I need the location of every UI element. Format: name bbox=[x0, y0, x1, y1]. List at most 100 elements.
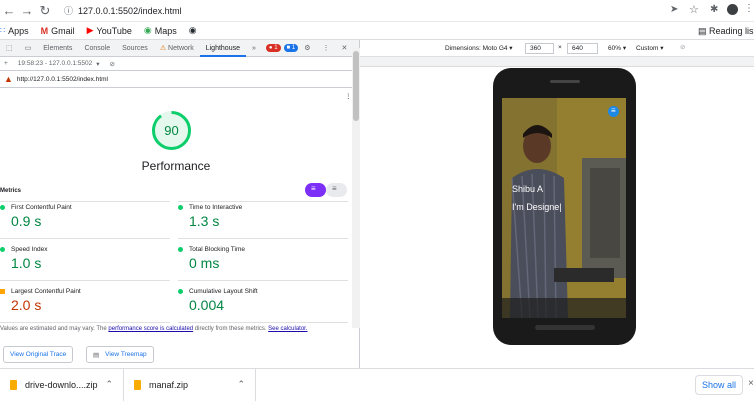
device-name: Dimensions: Moto G4 bbox=[445, 45, 508, 52]
hamburger-icon: ≡ bbox=[611, 106, 616, 115]
reading-list[interactable]: ▤ Reading lis bbox=[698, 26, 754, 37]
width-input[interactable]: 360 bbox=[525, 43, 554, 54]
maps-icon: ◉ bbox=[143, 25, 152, 35]
divider bbox=[178, 238, 348, 239]
metric-value: 0 ms bbox=[189, 255, 220, 271]
url-text: 127.0.0.1:5502/index.html bbox=[78, 6, 182, 16]
metric-fcp: First Contentful Paint 0.9 s bbox=[0, 204, 170, 229]
send-icon[interactable]: ➤ bbox=[670, 4, 678, 15]
download-bar: drive-downlo....zip ⌃ manaf.zip ⌃ Show all… bbox=[0, 368, 754, 401]
download-item[interactable]: drive-downlo....zip ⌃ bbox=[0, 368, 124, 401]
github-icon: ◉ bbox=[188, 25, 197, 35]
download-item[interactable]: manaf.zip ⌃ bbox=[124, 368, 256, 401]
avatar[interactable] bbox=[727, 4, 738, 15]
metric-value: 1.0 s bbox=[11, 255, 42, 271]
divider bbox=[178, 322, 348, 323]
metric-tbt: Total Blocking Time 0 ms bbox=[178, 246, 348, 271]
note-text-2: directly from these metrics. bbox=[194, 326, 267, 332]
view-original-trace-button[interactable]: View Original Trace bbox=[3, 346, 74, 363]
hero-role: I'm Designe| bbox=[512, 202, 562, 212]
media-query-ruler[interactable] bbox=[360, 57, 754, 67]
metrics-toggle-expanded[interactable]: ≡ bbox=[326, 183, 347, 197]
rotate-icon[interactable]: ⊘ bbox=[680, 43, 685, 51]
lighthouse-report: 90 Performance Metrics ≡ ≡ First Content… bbox=[0, 48, 352, 328]
metric-name: Cumulative Layout Shift bbox=[189, 288, 258, 295]
phone-speaker bbox=[550, 80, 580, 83]
forward-icon[interactable]: → bbox=[18, 3, 36, 18]
metric-value: 0.004 bbox=[189, 297, 225, 313]
chevron-up-icon[interactable]: ⌃ bbox=[237, 379, 245, 390]
metric-status-dot bbox=[0, 289, 5, 294]
metric-status-dot bbox=[178, 289, 183, 294]
treemap-icon: ▤ bbox=[93, 351, 100, 359]
zoom-value: 60% bbox=[608, 45, 622, 52]
address-bar[interactable]: ⓘ 127.0.0.1:5502/index.html bbox=[64, 4, 182, 17]
list-icon: ≡ bbox=[311, 184, 316, 193]
extensions-icon[interactable]: ✱ bbox=[710, 4, 718, 15]
download-filename: drive-downlo....zip bbox=[25, 379, 98, 390]
bookmark-github[interactable]: ◉ bbox=[189, 25, 200, 36]
page-preview: ≡ Shibu A I'm Designe| bbox=[502, 98, 626, 318]
file-icon bbox=[10, 379, 17, 390]
metrics-note: Values are estimated and may vary. The p… bbox=[0, 326, 352, 332]
treemap-label: View Treemap bbox=[105, 351, 147, 358]
menu-icon[interactable]: ⋮ bbox=[744, 3, 754, 14]
device-selector[interactable]: Dimensions: Moto G4 ▾ bbox=[445, 44, 513, 52]
metric-si: Speed Index 1.0 s bbox=[0, 246, 170, 271]
info-icon: ⓘ bbox=[64, 6, 74, 16]
bookmark-youtube[interactable]: ▶ YouTube bbox=[87, 25, 132, 36]
metrics-toggle-compact[interactable]: ≡ bbox=[305, 183, 326, 197]
metric-status-dot bbox=[0, 205, 5, 210]
scrollbar-thumb[interactable] bbox=[353, 51, 359, 121]
height-input[interactable]: 640 bbox=[567, 43, 598, 54]
bookmark-maps[interactable]: ◉ Maps bbox=[144, 25, 177, 36]
metric-cls: Cumulative Layout Shift 0.004 bbox=[178, 288, 348, 313]
bookmark-apps[interactable]: ∷ Apps bbox=[0, 26, 29, 36]
hero-name: Shibu A bbox=[512, 184, 544, 194]
metric-name: First Contentful Paint bbox=[11, 204, 72, 211]
chevron-up-icon[interactable]: ⌃ bbox=[105, 379, 113, 390]
divider bbox=[178, 280, 348, 281]
metric-name: Time to Interactive bbox=[189, 204, 243, 211]
bookmark-label: Apps bbox=[8, 25, 29, 36]
bookmarks-bar: ∷ Apps M Gmail ▶ YouTube ◉ Maps ◉ ▤ Reading … bbox=[0, 22, 754, 40]
metric-value: 1.3 s bbox=[189, 213, 220, 229]
metric-status-dot bbox=[0, 247, 5, 252]
device-toolbar: Dimensions: Moto G4 ▾ 360 × 640 60% ▾ Cu… bbox=[360, 40, 754, 57]
divider bbox=[0, 322, 170, 323]
divider bbox=[178, 201, 348, 202]
times-icon: × bbox=[558, 44, 562, 51]
close-downloads-icon[interactable]: × bbox=[748, 378, 754, 389]
star-icon[interactable]: ☆ bbox=[689, 3, 699, 16]
zoom-selector[interactable]: 60% ▾ bbox=[608, 44, 626, 52]
category-title: Performance bbox=[141, 159, 211, 173]
divider bbox=[0, 280, 170, 281]
score-value: 90 bbox=[164, 123, 178, 138]
bookmark-label: YouTube bbox=[96, 25, 132, 36]
metric-value: 0.9 s bbox=[11, 213, 42, 229]
divider bbox=[0, 238, 170, 239]
throttle-selector[interactable]: Custom ▾ bbox=[636, 44, 663, 52]
metric-value: 2.0 s bbox=[11, 297, 42, 313]
score-calculated-link[interactable]: performance score is calculated bbox=[108, 326, 193, 332]
view-treemap-button[interactable]: ▤ View Treemap bbox=[86, 346, 154, 363]
metrics-heading: Metrics bbox=[0, 188, 22, 194]
download-filename: manaf.zip bbox=[149, 379, 189, 390]
report-scrollbar[interactable] bbox=[352, 48, 360, 328]
browser-toolbar: ← → ↻ ⓘ 127.0.0.1:5502/index.html ➤ ☆ ✱ ⋮ bbox=[0, 0, 754, 22]
divider bbox=[0, 201, 170, 202]
phone-home-bar bbox=[535, 325, 595, 330]
gmail-icon: M bbox=[40, 25, 49, 36]
see-calculator-link[interactable]: See calculator. bbox=[268, 326, 307, 332]
metric-name: Total Blocking Time bbox=[189, 246, 245, 253]
menu-fab[interactable]: ≡ bbox=[608, 106, 619, 117]
back-icon[interactable]: ← bbox=[0, 3, 18, 18]
reload-icon[interactable]: ↻ bbox=[36, 3, 54, 19]
show-all-button[interactable]: Show all bbox=[695, 375, 743, 395]
throttle-value: Custom bbox=[636, 45, 659, 52]
metric-status-dot bbox=[178, 205, 183, 210]
note-text: Values are estimated and may vary. The bbox=[0, 326, 107, 332]
bookmark-gmail[interactable]: M Gmail bbox=[41, 26, 75, 36]
file-icon bbox=[134, 379, 141, 390]
youtube-icon: ▶ bbox=[86, 25, 94, 35]
